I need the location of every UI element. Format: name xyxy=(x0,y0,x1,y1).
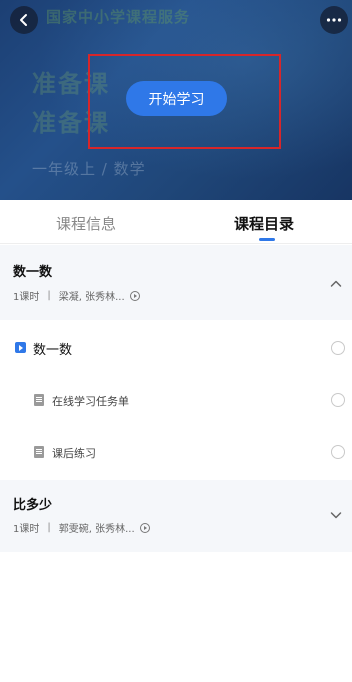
section-header-count[interactable]: 数一数 1课时 | 梁凝, 张秀林... xyxy=(0,245,352,320)
teachers-list: 梁凝, 张秀林... xyxy=(58,292,125,303)
completion-status-circle xyxy=(331,393,345,407)
lesson-item-practice[interactable]: 课后练习 xyxy=(0,426,352,478)
lesson-subitem-title: 课后练习 xyxy=(52,447,96,460)
hero-watermark-title: 国家中小学课程服务 xyxy=(46,8,191,26)
completion-status-circle xyxy=(331,445,345,459)
tab-bar: 课程信息 课程目录 xyxy=(0,200,352,244)
chevron-down-icon[interactable] xyxy=(330,509,342,521)
course-hero-banner: 国家中小学课程服务 准备课 准备课 一年级上 / 数学 开始学习 xyxy=(0,0,352,200)
lesson-item-video[interactable]: 数一数 xyxy=(0,322,352,374)
document-icon xyxy=(34,394,44,406)
section-header-compare[interactable]: 比多少 1课时 | 郭雯碗, 张秀林... xyxy=(0,480,352,552)
section-meta: 1课时 | 郭雯碗, 张秀林... xyxy=(13,520,150,535)
section-meta: 1课时 | 梁凝, 张秀林... xyxy=(13,288,140,303)
lesson-title: 数一数 xyxy=(33,343,73,358)
info-play-circle-icon[interactable] xyxy=(129,290,140,301)
more-dots-icon xyxy=(326,18,342,22)
lessons-count: 1课时 xyxy=(13,524,40,535)
tab-course-catalog[interactable]: 课程目录 xyxy=(234,213,294,234)
chevron-left-icon xyxy=(20,14,27,26)
back-button[interactable] xyxy=(10,6,38,34)
hero-subtitle: 一年级上 / 数学 xyxy=(32,160,146,178)
section-title: 数一数 xyxy=(13,265,53,280)
play-icon xyxy=(15,342,26,353)
completion-status-circle xyxy=(331,341,345,355)
start-learning-button[interactable]: 开始学习 xyxy=(126,81,227,116)
meta-separator: | xyxy=(47,290,51,301)
chevron-up-icon[interactable] xyxy=(330,278,342,290)
section-title: 比多少 xyxy=(13,498,53,513)
lessons-count: 1课时 xyxy=(13,292,40,303)
lesson-item-task-sheet[interactable]: 在线学习任务单 xyxy=(0,374,352,426)
more-button[interactable] xyxy=(320,6,348,34)
document-icon xyxy=(34,446,44,458)
tab-course-info[interactable]: 课程信息 xyxy=(56,213,116,234)
meta-separator: | xyxy=(47,522,51,533)
lesson-subitem-title: 在线学习任务单 xyxy=(52,395,129,408)
active-tab-indicator xyxy=(259,238,275,241)
info-play-circle-icon[interactable] xyxy=(139,522,150,533)
teachers-list: 郭雯碗, 张秀林... xyxy=(58,524,135,535)
